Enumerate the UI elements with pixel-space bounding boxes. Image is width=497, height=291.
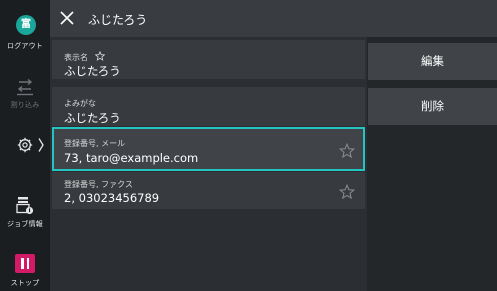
star-icon[interactable] xyxy=(339,184,355,200)
close-icon[interactable] xyxy=(58,9,76,27)
field-label: 表示名 xyxy=(64,50,105,63)
delete-button[interactable]: 削除 xyxy=(368,88,497,125)
interrupt-icon xyxy=(17,79,33,96)
job-info-label: ジョブ情報 xyxy=(7,220,43,228)
star-icon[interactable] xyxy=(339,143,355,159)
logout-icon: 富 xyxy=(16,15,36,35)
field-fax[interactable]: 登録番号, ファクス 2, 03023456789 xyxy=(52,172,365,210)
field-label: よみがな xyxy=(64,99,96,108)
left-rail: 富 ログアウト 割り込み ジョブ情報 ストップ xyxy=(0,0,50,291)
field-value: 2, 03023456789 xyxy=(64,191,160,205)
stop-label: ストップ xyxy=(10,279,40,287)
chevron-right-icon xyxy=(38,138,44,152)
field-reading[interactable]: よみがな ふじたろう xyxy=(52,87,365,127)
field-value: ふじたろう xyxy=(64,64,121,78)
edit-button[interactable]: 編集 xyxy=(368,43,497,80)
field-value: ふじたろう xyxy=(64,111,121,125)
page-title: ふじたろう xyxy=(88,13,148,27)
logout-label: ログアウト xyxy=(7,42,43,50)
job-info-icon xyxy=(16,197,34,215)
field-value: 73, taro@example.com xyxy=(64,151,199,165)
field-label: 登録番号, メール xyxy=(64,139,126,148)
field-label: 登録番号, ファクス xyxy=(64,180,133,189)
interrupt-label: 割り込み xyxy=(10,101,40,109)
field-email[interactable]: 登録番号, メール 73, taro@example.com xyxy=(52,127,365,171)
main-panel: ふじたろう 表示名 ふじたろう よみがな ふじたろう 登録番号, メール 73,… xyxy=(50,0,497,291)
gear-icon xyxy=(17,137,33,153)
field-display-name[interactable]: 表示名 ふじたろう xyxy=(52,40,365,80)
stop-icon xyxy=(15,254,35,273)
title-bar: ふじたろう xyxy=(50,0,497,37)
star-icon xyxy=(94,50,105,61)
